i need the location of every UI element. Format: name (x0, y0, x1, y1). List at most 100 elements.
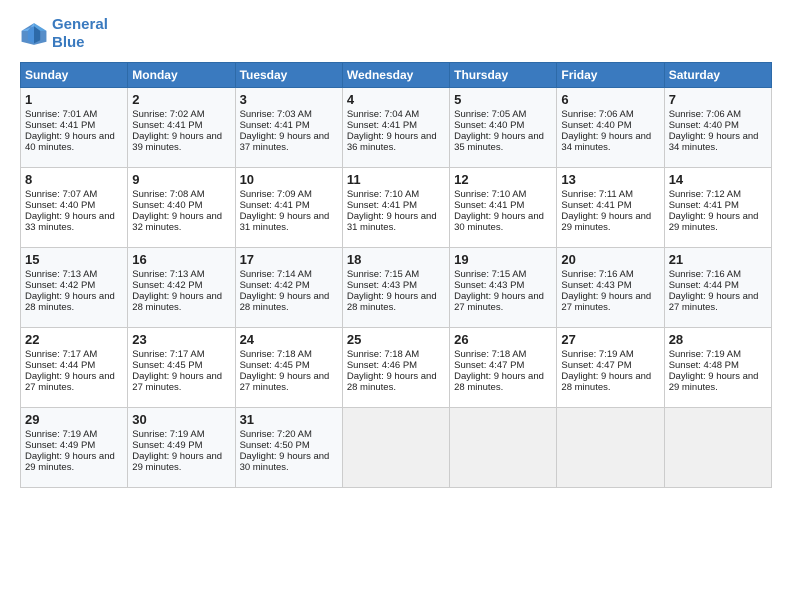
day-cell (342, 408, 449, 488)
sunset-text: Sunset: 4:41 PM (561, 200, 659, 211)
logo-text: General Blue (52, 16, 108, 52)
day-cell: 18Sunrise: 7:15 AMSunset: 4:43 PMDayligh… (342, 248, 449, 328)
day-number: 14 (669, 172, 767, 187)
sunrise-text: Sunrise: 7:09 AM (240, 189, 338, 200)
day-number: 13 (561, 172, 659, 187)
sunset-text: Sunset: 4:47 PM (454, 360, 552, 371)
daylight-text: Daylight: 9 hours and 29 minutes. (669, 211, 767, 233)
day-number: 31 (240, 412, 338, 427)
sunset-text: Sunset: 4:42 PM (132, 280, 230, 291)
day-number: 21 (669, 252, 767, 267)
day-cell: 8Sunrise: 7:07 AMSunset: 4:40 PMDaylight… (21, 168, 128, 248)
daylight-text: Daylight: 9 hours and 27 minutes. (561, 291, 659, 313)
sunset-text: Sunset: 4:43 PM (347, 280, 445, 291)
day-cell (450, 408, 557, 488)
sunset-text: Sunset: 4:40 PM (454, 120, 552, 131)
daylight-text: Daylight: 9 hours and 28 minutes. (561, 371, 659, 393)
day-number: 30 (132, 412, 230, 427)
daylight-text: Daylight: 9 hours and 28 minutes. (347, 371, 445, 393)
week-row-5: 29Sunrise: 7:19 AMSunset: 4:49 PMDayligh… (21, 408, 772, 488)
day-number: 11 (347, 172, 445, 187)
daylight-text: Daylight: 9 hours and 29 minutes. (561, 211, 659, 233)
day-cell: 30Sunrise: 7:19 AMSunset: 4:49 PMDayligh… (128, 408, 235, 488)
sunrise-text: Sunrise: 7:13 AM (132, 269, 230, 280)
sunrise-text: Sunrise: 7:11 AM (561, 189, 659, 200)
day-cell: 17Sunrise: 7:14 AMSunset: 4:42 PMDayligh… (235, 248, 342, 328)
sunset-text: Sunset: 4:50 PM (240, 440, 338, 451)
day-number: 4 (347, 92, 445, 107)
day-cell: 3Sunrise: 7:03 AMSunset: 4:41 PMDaylight… (235, 88, 342, 168)
day-cell: 31Sunrise: 7:20 AMSunset: 4:50 PMDayligh… (235, 408, 342, 488)
sunset-text: Sunset: 4:40 PM (25, 200, 123, 211)
header: General Blue (20, 16, 772, 52)
daylight-text: Daylight: 9 hours and 32 minutes. (132, 211, 230, 233)
day-cell: 14 Sunrise: 7:12 AMSunset: 4:41 PMDayligh… (664, 168, 771, 248)
day-cell: 15Sunrise: 7:13 AMSunset: 4:42 PMDayligh… (21, 248, 128, 328)
sunset-text: Sunset: 4:41 PM (669, 200, 767, 211)
day-cell: 29Sunrise: 7:19 AMSunset: 4:49 PMDayligh… (21, 408, 128, 488)
day-cell: 27Sunrise: 7:19 AMSunset: 4:47 PMDayligh… (557, 328, 664, 408)
col-header-monday: Monday (128, 63, 235, 88)
daylight-text: Daylight: 9 hours and 27 minutes. (240, 371, 338, 393)
sunrise-text: Sunrise: 7:13 AM (25, 269, 123, 280)
daylight-text: Daylight: 9 hours and 33 minutes. (25, 211, 123, 233)
day-cell: 7Sunrise: 7:06 AMSunset: 4:40 PMDaylight… (664, 88, 771, 168)
day-cell: 23Sunrise: 7:17 AMSunset: 4:45 PMDayligh… (128, 328, 235, 408)
sunset-text: Sunset: 4:46 PM (347, 360, 445, 371)
day-number: 27 (561, 332, 659, 347)
day-cell: 5Sunrise: 7:05 AMSunset: 4:40 PMDaylight… (450, 88, 557, 168)
day-number: 23 (132, 332, 230, 347)
day-cell: 24Sunrise: 7:18 AMSunset: 4:45 PMDayligh… (235, 328, 342, 408)
week-row-4: 22Sunrise: 7:17 AMSunset: 4:44 PMDayligh… (21, 328, 772, 408)
daylight-text: Daylight: 9 hours and 28 minutes. (347, 291, 445, 313)
sunrise-text: Sunrise: 7:07 AM (25, 189, 123, 200)
daylight-text: Daylight: 9 hours and 27 minutes. (25, 371, 123, 393)
day-number: 6 (561, 92, 659, 107)
sunrise-text: Sunrise: 7:10 AM (347, 189, 445, 200)
day-number: 19 (454, 252, 552, 267)
day-number: 16 (132, 252, 230, 267)
sunrise-text: Sunrise: 7:05 AM (454, 109, 552, 120)
sunrise-text: Sunrise: 7:18 AM (454, 349, 552, 360)
col-header-wednesday: Wednesday (342, 63, 449, 88)
day-number: 22 (25, 332, 123, 347)
sunset-text: Sunset: 4:40 PM (561, 120, 659, 131)
sunrise-text: Sunrise: 7:04 AM (347, 109, 445, 120)
col-header-friday: Friday (557, 63, 664, 88)
daylight-text: Daylight: 9 hours and 31 minutes. (240, 211, 338, 233)
sunset-text: Sunset: 4:48 PM (669, 360, 767, 371)
sunrise-text: Sunrise: 7:06 AM (561, 109, 659, 120)
col-header-sunday: Sunday (21, 63, 128, 88)
day-number: 20 (561, 252, 659, 267)
sunset-text: Sunset: 4:41 PM (25, 120, 123, 131)
sunrise-text: Sunrise: 7:10 AM (454, 189, 552, 200)
daylight-text: Daylight: 9 hours and 27 minutes. (669, 291, 767, 313)
day-cell: 19Sunrise: 7:15 AMSunset: 4:43 PMDayligh… (450, 248, 557, 328)
week-row-2: 8Sunrise: 7:07 AMSunset: 4:40 PMDaylight… (21, 168, 772, 248)
sunset-text: Sunset: 4:49 PM (132, 440, 230, 451)
daylight-text: Daylight: 9 hours and 30 minutes. (454, 211, 552, 233)
daylight-text: Daylight: 9 hours and 34 minutes. (561, 131, 659, 153)
sunrise-text: Sunrise: 7:12 AM (669, 189, 767, 200)
day-cell: 22Sunrise: 7:17 AMSunset: 4:44 PMDayligh… (21, 328, 128, 408)
sunrise-text: Sunrise: 7:20 AM (240, 429, 338, 440)
sunrise-text: Sunrise: 7:19 AM (669, 349, 767, 360)
sunset-text: Sunset: 4:41 PM (240, 120, 338, 131)
sunrise-text: Sunrise: 7:01 AM (25, 109, 123, 120)
sunset-text: Sunset: 4:40 PM (132, 200, 230, 211)
day-cell: 13 Sunrise: 7:11 AMSunset: 4:41 PMDayligh… (557, 168, 664, 248)
daylight-text: Daylight: 9 hours and 29 minutes. (132, 451, 230, 473)
col-header-thursday: Thursday (450, 63, 557, 88)
sunset-text: Sunset: 4:44 PM (25, 360, 123, 371)
day-cell: 1Sunrise: 7:01 AMSunset: 4:41 PMDaylight… (21, 88, 128, 168)
logo-icon (20, 20, 48, 48)
day-cell: 2Sunrise: 7:02 AMSunset: 4:41 PMDaylight… (128, 88, 235, 168)
day-cell: 26Sunrise: 7:18 AMSunset: 4:47 PMDayligh… (450, 328, 557, 408)
day-number: 15 (25, 252, 123, 267)
sunset-text: Sunset: 4:43 PM (561, 280, 659, 291)
sunrise-text: Sunrise: 7:14 AM (240, 269, 338, 280)
day-number: 28 (669, 332, 767, 347)
day-cell (557, 408, 664, 488)
daylight-text: Daylight: 9 hours and 28 minutes. (25, 291, 123, 313)
day-cell: 9Sunrise: 7:08 AMSunset: 4:40 PMDaylight… (128, 168, 235, 248)
